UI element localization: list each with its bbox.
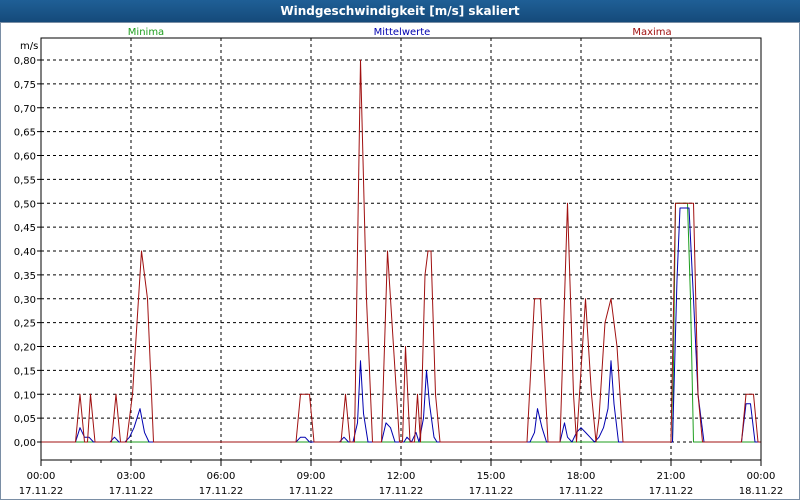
x-tick-time-label: 00:00: [747, 471, 776, 482]
y-tick-label: 0,40: [14, 247, 36, 258]
x-tick-time-label: 21:00: [657, 471, 686, 482]
chart-title: Windgeschwindigkeit [m/s] skaliert: [0, 0, 800, 22]
x-tick-date-label: 17.11.22: [289, 486, 334, 497]
legend-minima: Minima: [128, 27, 164, 38]
x-tick-time-label: 00:00: [27, 471, 56, 482]
x-tick-date-label: 17.11.22: [469, 486, 514, 497]
x-tick-time-label: 12:00: [387, 471, 416, 482]
x-tick-date-label: 17.11.22: [559, 486, 604, 497]
x-tick-time-label: 18:00: [567, 471, 596, 482]
y-tick-label: 0,15: [14, 366, 36, 377]
y-axis-unit-label: m/s: [20, 41, 38, 52]
x-tick-time-label: 06:00: [207, 471, 236, 482]
x-tick-date-label: 17.11.22: [19, 486, 64, 497]
x-tick-date-label: 18.11.22: [739, 486, 784, 497]
y-tick-label: 0,65: [14, 128, 36, 139]
y-tick-label: 0,00: [14, 438, 36, 449]
y-tick-label: 0,55: [14, 175, 36, 186]
y-tick-label: 0,50: [14, 199, 36, 210]
y-tick-label: 0,10: [14, 390, 36, 401]
y-tick-label: 0,80: [14, 56, 36, 67]
x-tick-time-label: 09:00: [297, 471, 326, 482]
y-tick-label: 0,75: [14, 80, 36, 91]
legend-maxima: Maxima: [632, 27, 671, 38]
y-tick-label: 0,45: [14, 223, 36, 234]
y-tick-label: 0,35: [14, 271, 36, 282]
y-tick-label: 0,25: [14, 319, 36, 330]
x-tick-time-label: 15:00: [477, 471, 506, 482]
x-tick-date-label: 17.11.22: [199, 486, 244, 497]
y-tick-label: 0,05: [14, 414, 36, 425]
y-tick-label: 0,30: [14, 295, 36, 306]
y-tick-label: 0,60: [14, 152, 36, 163]
chart-frame: [0, 22, 800, 500]
wind-speed-chart: m/s Minima Mittelwerte Maxima 0,00 0,05 0,10…: [0, 22, 800, 500]
x-tick-time-label: 03:00: [117, 471, 146, 482]
x-tick-date-label: 17.11.22: [379, 486, 424, 497]
x-tick-date-label: 17.11.22: [109, 486, 154, 497]
x-tick-date-label: 17.11.22: [649, 486, 694, 497]
y-tick-label: 0,20: [14, 343, 36, 354]
y-tick-label: 0,70: [14, 104, 36, 115]
legend-mittelwerte: Mittelwerte: [374, 27, 431, 38]
